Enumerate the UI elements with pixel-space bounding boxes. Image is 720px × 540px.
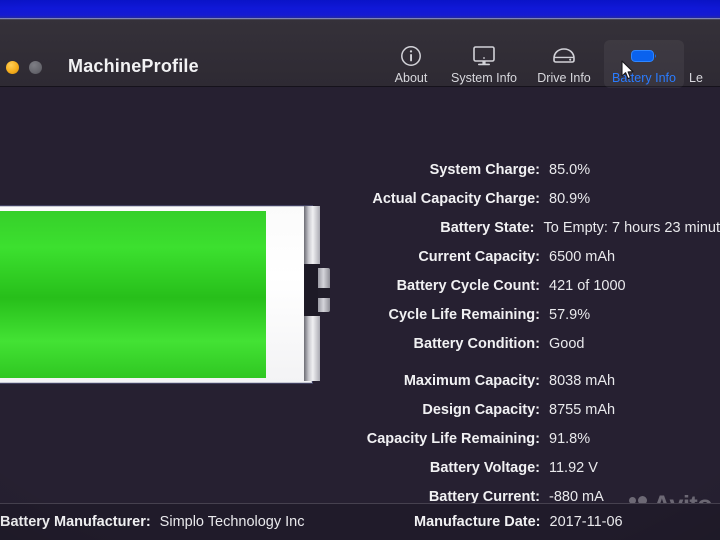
stat-row: Design Capacity: 8755 mAh (0, 402, 720, 431)
manufacturer-field: Battery Manufacturer: Simplo Technology … (0, 514, 305, 530)
manufacture-date-value: 2017-11-06 (549, 514, 623, 530)
hard-drive-icon (551, 44, 577, 68)
tab-drive-info[interactable]: Drive Info (524, 40, 604, 88)
desktop-wallpaper (0, 0, 720, 19)
tab-clipped-right[interactable]: Le (684, 40, 720, 88)
window-title: MachineProfile (68, 56, 199, 76)
stat-label: Battery Cycle Count: (396, 278, 540, 294)
stat-row: System Charge: 85.0% (0, 162, 720, 191)
stat-label: Cycle Life Remaining: (388, 307, 540, 323)
tab-clipped-right-label: Le (689, 71, 703, 85)
stat-value: 6500 mAh (549, 249, 616, 265)
footer-bar: Battery Manufacturer: Simplo Technology … (0, 503, 720, 540)
stat-row: Battery State: To Empty: 7 hours 23 minu… (0, 220, 720, 249)
manufacture-date-label: Manufacture Date: (414, 514, 541, 530)
stat-label: Actual Capacity Charge: (372, 191, 540, 207)
stat-value: To Empty: 7 hours 23 minut (543, 220, 720, 236)
stat-row: Battery Voltage: 11.92 V (0, 460, 720, 489)
tab-about[interactable]: About (378, 40, 444, 88)
stat-value: 85.0% (549, 162, 591, 178)
screen-photo: MachineProfile About System Info Drive I… (0, 0, 720, 540)
stat-row: Battery Condition: Good (0, 336, 720, 365)
stat-label: Design Capacity: (422, 402, 540, 418)
stat-label: Battery Voltage: (429, 460, 540, 476)
zoom-button[interactable] (29, 61, 42, 74)
stat-label: Capacity Life Remaining: (366, 431, 540, 447)
manufacturer-label: Battery Manufacturer: (0, 514, 151, 530)
tab-system-info-label: System Info (451, 71, 517, 85)
battery-stats-secondary: Maximum Capacity: 8038 mAh Design Capaci… (0, 373, 720, 518)
battery-stats-primary: System Charge: 85.0% Actual Capacity Cha… (0, 162, 720, 365)
stat-label: Maximum Capacity: (403, 373, 540, 389)
tab-about-label: About (394, 71, 428, 85)
window-titlebar: MachineProfile About System Info Drive I… (0, 20, 720, 88)
stat-label: Current Capacity: (418, 249, 540, 265)
desktop-monitor-icon (471, 44, 497, 68)
stat-row: Actual Capacity Charge: 80.9% (0, 191, 720, 220)
stat-value: 57.9% (549, 307, 591, 323)
stat-value: 421 of 1000 (549, 278, 626, 294)
battery-info-panel: System Charge: 85.0% Actual Capacity Cha… (0, 86, 720, 540)
manufacture-date-field: Manufacture Date: 2017-11-06 (414, 514, 623, 530)
stat-row: Maximum Capacity: 8038 mAh (0, 373, 720, 402)
stat-label: Battery Condition: (413, 336, 540, 352)
stat-value: 80.9% (549, 191, 591, 207)
stat-row: Current Capacity: 6500 mAh (0, 249, 720, 278)
toolbar-tabs: About System Info Drive Info Battery Inf… (378, 40, 720, 88)
stat-label: Battery State: (440, 220, 535, 236)
info-circle-icon (400, 44, 422, 68)
stat-value: Good (549, 336, 585, 352)
stat-value: 11.92 V (549, 460, 598, 476)
stat-row: Capacity Life Remaining: 91.8% (0, 431, 720, 460)
stat-value: 91.8% (549, 431, 591, 447)
stat-row: Cycle Life Remaining: 57.9% (0, 307, 720, 336)
manufacturer-value: Simplo Technology Inc (159, 514, 305, 530)
battery-icon (629, 44, 659, 68)
tab-battery-info-label: Battery Info (612, 71, 676, 85)
stat-value: 8038 mAh (549, 373, 616, 389)
stat-value: 8755 mAh (549, 402, 616, 418)
machineprofile-window: MachineProfile About System Info Drive I… (0, 20, 720, 540)
tab-drive-info-label: Drive Info (537, 71, 591, 85)
stat-label: System Charge: (429, 162, 540, 178)
stat-row: Battery Cycle Count: 421 of 1000 (0, 278, 720, 307)
tab-system-info[interactable]: System Info (444, 40, 524, 88)
window-controls (6, 61, 42, 74)
tab-battery-info[interactable]: Battery Info (604, 40, 684, 88)
minimize-button[interactable] (6, 61, 19, 74)
